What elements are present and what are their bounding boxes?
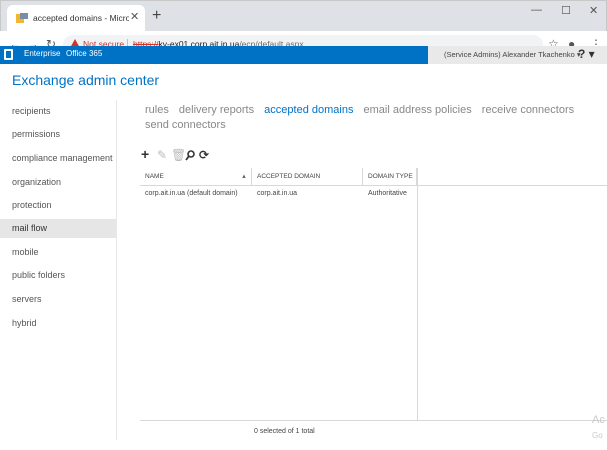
table-header: NAME ▲ ACCEPTED DOMAIN DOMAIN TYPE: [140, 168, 607, 186]
details-pane-divider: [417, 168, 418, 420]
tab-accepted-domains[interactable]: accepted domains: [264, 104, 353, 116]
tab-email-address-policies[interactable]: email address policies: [364, 104, 472, 116]
cell-domain-type: Authoritative: [368, 190, 407, 197]
nav-item-organization[interactable]: organization: [0, 173, 116, 192]
office-header: Enterprise Office 365 (Service Admins) A…: [0, 46, 607, 64]
tab-receive-connectors[interactable]: receive connectors: [482, 104, 574, 116]
table-footer-line: [140, 420, 607, 421]
nav-item-recipients[interactable]: recipients: [0, 102, 116, 121]
delete-icon: 🗑: [171, 148, 187, 162]
search-icon[interactable]: [185, 150, 195, 161]
browser-tab[interactable]: accepted domains - Microsoft Exchange ✕: [7, 5, 145, 32]
nav-item-hybrid[interactable]: hybrid: [0, 314, 116, 333]
nav-item-mail-flow[interactable]: mail flow: [0, 219, 116, 238]
tab-send-connectors[interactable]: send connectors: [145, 119, 226, 131]
minimize-icon[interactable]: —: [531, 4, 542, 16]
sort-ascending-icon: ▲: [241, 174, 247, 180]
nav-item-compliance-management[interactable]: compliance management: [0, 149, 116, 168]
nav-item-permissions[interactable]: permissions: [0, 125, 116, 144]
browser-tabstrip: accepted domains - Microsoft Exchange ✕ …: [0, 0, 607, 32]
nav-item-protection[interactable]: protection: [0, 196, 116, 215]
activation-watermark: Ac Go: [592, 414, 605, 440]
tab-rules[interactable]: rules: [145, 104, 169, 116]
close-window-icon[interactable]: ✕: [589, 4, 598, 17]
column-domain-type[interactable]: DOMAIN TYPE: [363, 168, 417, 186]
cell-name: corp.ait.in.ua (default domain): [145, 190, 238, 197]
tab-delivery-reports[interactable]: delivery reports: [179, 104, 254, 116]
column-name[interactable]: NAME ▲: [140, 168, 252, 186]
help-icon[interactable]: ? ▾: [578, 47, 595, 61]
cell-accepted-domain: corp.ait.in.ua: [257, 190, 298, 197]
edit-icon: ✎: [157, 148, 168, 162]
exchange-favicon-icon: [16, 13, 28, 23]
table-row[interactable]: corp.ait.in.ua (default domain) corp.ait…: [140, 190, 607, 204]
user-area: (Service Admins) Alexander Tkachenko ▾ ?…: [428, 46, 607, 64]
add-icon[interactable]: +: [141, 146, 149, 162]
refresh-icon[interactable]: ⟳: [199, 148, 209, 162]
office-logo-icon[interactable]: [4, 49, 13, 60]
nav-divider: [116, 100, 117, 440]
nav-item-servers[interactable]: servers: [0, 290, 116, 309]
office365-link[interactable]: Office 365: [66, 49, 102, 58]
enterprise-link[interactable]: Enterprise: [24, 49, 60, 58]
tab-close-icon[interactable]: ✕: [130, 10, 139, 23]
nav-item-public-folders[interactable]: public folders: [0, 266, 116, 285]
selection-count: 0 selected of 1 total: [254, 428, 315, 435]
column-accepted-domain[interactable]: ACCEPTED DOMAIN: [252, 168, 363, 186]
subnav: rules delivery reports accepted domains …: [145, 103, 605, 133]
user-menu[interactable]: (Service Admins) Alexander Tkachenko ▾: [444, 50, 581, 59]
accepted-domains-table: NAME ▲ ACCEPTED DOMAIN DOMAIN TYPE corp.…: [140, 168, 607, 420]
page-title: Exchange admin center: [12, 72, 160, 88]
new-tab-button[interactable]: +: [152, 7, 161, 25]
tab-title: accepted domains - Microsoft Exchange: [33, 13, 129, 23]
maximize-icon[interactable]: ☐: [561, 4, 571, 17]
nav-item-mobile[interactable]: mobile: [0, 243, 116, 262]
